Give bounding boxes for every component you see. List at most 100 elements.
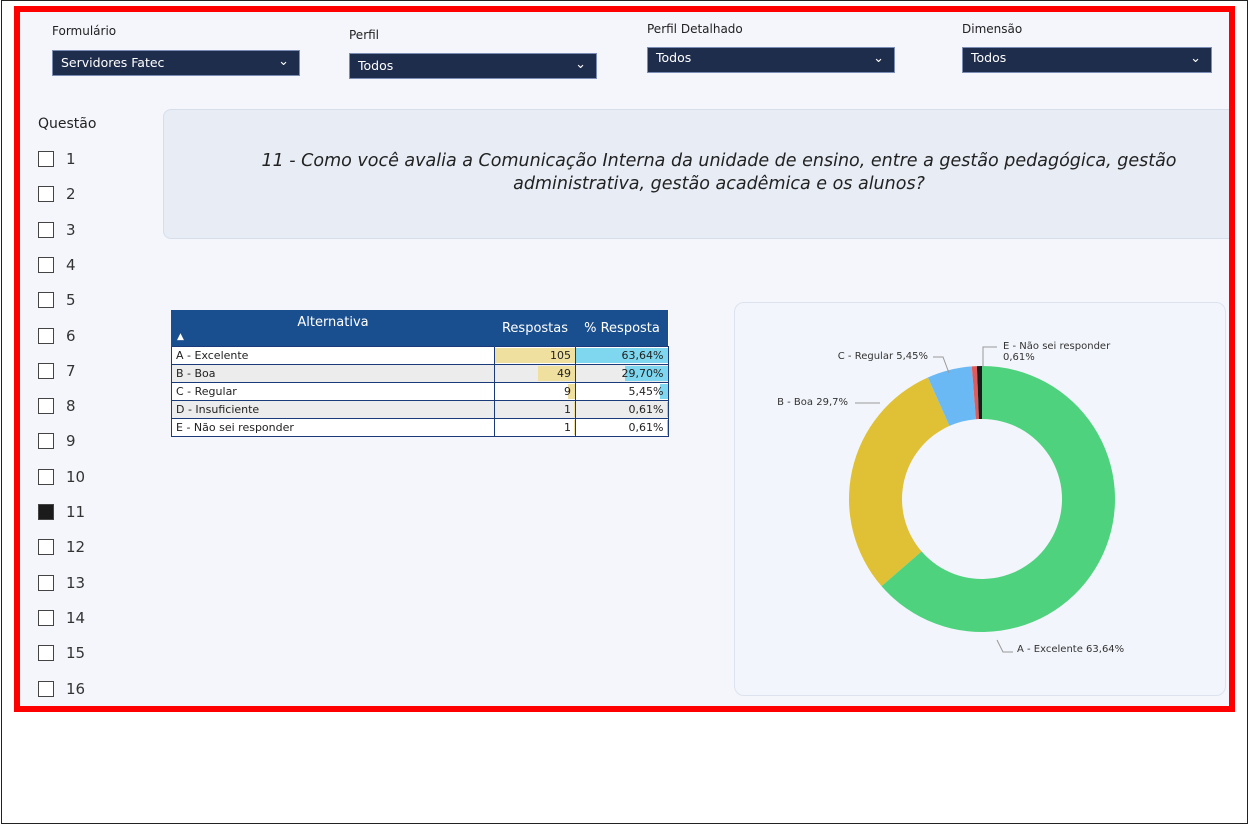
question-option-7[interactable]: 7: [38, 357, 76, 385]
question-option-label: 14: [66, 608, 86, 627]
donut-chart-card: A - Excelente 63,64% B - Boa 29,7% C - Reg…: [734, 302, 1226, 696]
data-label: A - Excelente 63,64%: [1017, 644, 1124, 655]
respostas-value: 49: [557, 367, 571, 380]
checkbox[interactable]: [38, 468, 54, 485]
question-option-label: 16: [66, 679, 86, 698]
question-option-label: 15: [66, 644, 86, 663]
leader-line: [996, 639, 1013, 653]
alternativa-cell: A - Excelente: [171, 346, 495, 365]
alternativa-cell: D - Insuficiente: [171, 400, 495, 419]
question-option-10[interactable]: 10: [38, 463, 85, 491]
table-row[interactable]: B - Boa 49 29,70%: [171, 364, 669, 383]
question-list-title: Questão: [38, 116, 97, 132]
report-canvas: Formulário Servidores Fatec ⌄ Perfil Tod…: [14, 6, 1235, 712]
perfil-detalhado-dropdown[interactable]: Todos ⌄: [647, 47, 895, 73]
percent-cell: 0,61%: [575, 400, 669, 419]
question-option-1[interactable]: 1: [38, 145, 76, 173]
dimensao-dropdown[interactable]: Todos ⌄: [962, 47, 1212, 73]
question-option-label: 10: [66, 467, 86, 486]
filter-dimensao-label: Dimensão: [962, 22, 1023, 36]
question-option-4[interactable]: 4: [38, 251, 76, 279]
checkbox[interactable]: [38, 327, 54, 344]
question-option-11[interactable]: 11: [38, 498, 85, 526]
header-alternativa[interactable]: Alternativa ▲: [171, 310, 495, 347]
checkbox[interactable]: [38, 680, 54, 697]
percent-cell: 0,61%: [575, 418, 669, 437]
percent-bar: [666, 402, 668, 417]
respostas-value: 1: [564, 403, 571, 416]
question-option-12[interactable]: 12: [38, 533, 85, 561]
checkbox[interactable]: [38, 433, 54, 450]
question-option-label: 1: [66, 150, 76, 168]
question-option-label: 12: [66, 538, 86, 557]
question-option-14[interactable]: 14: [38, 604, 85, 632]
table-row[interactable]: D - Insuficiente 1 0,61%: [171, 400, 669, 419]
filter-perfil-detalhado: Perfil Detalhado Todos ⌄: [647, 22, 897, 84]
question-option-label: 9: [66, 432, 76, 451]
percent-bar: [666, 420, 668, 435]
table-row[interactable]: C - Regular 9 5,45%: [171, 382, 669, 401]
checkbox[interactable]: [38, 256, 54, 273]
alternativa-cell: B - Boa: [171, 364, 495, 383]
checkbox[interactable]: [38, 151, 54, 167]
question-option-label: 3: [66, 220, 76, 239]
question-text: 11 - Como você avalia a Comunicação Inte…: [261, 151, 1177, 194]
perfil-dropdown[interactable]: Todos ⌄: [349, 53, 597, 79]
question-option-6[interactable]: 6: [38, 322, 76, 350]
checkbox[interactable]: [38, 504, 54, 520]
percent-cell: 29,70%: [575, 364, 669, 383]
question-option-13[interactable]: 13: [38, 569, 85, 597]
question-option-3[interactable]: 3: [38, 216, 76, 244]
question-option-2[interactable]: 2: [38, 180, 76, 208]
perfil-value: Todos: [358, 58, 394, 73]
question-option-label: 8: [66, 397, 76, 416]
respostas-cell: 1: [494, 418, 576, 437]
question-option-5[interactable]: 5: [38, 286, 76, 314]
data-label: 0,61%: [1003, 352, 1035, 363]
percent-value: 29,70%: [621, 367, 664, 380]
formulario-dropdown[interactable]: Servidores Fatec ⌄: [52, 50, 300, 76]
checkbox[interactable]: [38, 398, 54, 415]
question-option-label: 6: [66, 326, 76, 345]
checkbox[interactable]: [38, 574, 54, 591]
checkbox[interactable]: [38, 221, 54, 238]
question-option-8[interactable]: 8: [38, 392, 76, 420]
leader-line: [933, 356, 950, 374]
data-label: E - Não sei responder: [1003, 341, 1111, 352]
formulario-value: Servidores Fatec: [61, 55, 165, 70]
header-respostas[interactable]: Respostas: [494, 310, 576, 347]
filter-perfil-detalhado-label: Perfil Detalhado: [647, 22, 743, 36]
checkbox[interactable]: [38, 186, 54, 203]
filter-dimensao: Dimensão Todos ⌄: [962, 22, 1214, 84]
respostas-value: 1: [564, 421, 571, 434]
checkbox[interactable]: [38, 645, 54, 662]
table-row[interactable]: A - Excelente 105 63,64%: [171, 346, 669, 365]
checkbox[interactable]: [38, 539, 54, 556]
percent-value: 5,45%: [628, 385, 664, 398]
question-option-15[interactable]: 15: [38, 639, 85, 667]
respostas-cell: 1: [494, 400, 576, 419]
filter-perfil: Perfil Todos ⌄: [349, 24, 599, 84]
filter-formulario: Formulário Servidores Fatec ⌄: [52, 24, 302, 84]
respostas-cell: 49: [494, 364, 576, 383]
checkbox[interactable]: [38, 609, 54, 626]
question-option-label: 13: [66, 573, 86, 592]
question-option-16[interactable]: 16: [38, 675, 85, 703]
respostas-cell: 105: [494, 346, 576, 365]
data-label: C - Regular 5,45%: [838, 351, 928, 362]
chevron-down-icon: ⌄: [575, 57, 586, 72]
question-option-9[interactable]: 9: [38, 427, 76, 455]
header-percent[interactable]: % Resposta: [575, 310, 668, 347]
table-row[interactable]: E - Não sei responder 1 0,61%: [171, 418, 669, 437]
alternativa-cell: E - Não sei responder: [171, 418, 495, 437]
respostas-cell: 9: [494, 382, 576, 401]
filter-perfil-label: Perfil: [349, 28, 380, 42]
filter-formulario-label: Formulário: [52, 24, 117, 38]
slice-boa[interactable]: [849, 377, 950, 587]
dimensao-value: Todos: [971, 50, 1007, 65]
checkbox[interactable]: [38, 292, 54, 309]
checkbox[interactable]: [38, 362, 54, 379]
question-option-label: 7: [66, 361, 76, 380]
percent-cell: 63,64%: [575, 346, 669, 365]
respostas-value: 9: [564, 385, 571, 398]
